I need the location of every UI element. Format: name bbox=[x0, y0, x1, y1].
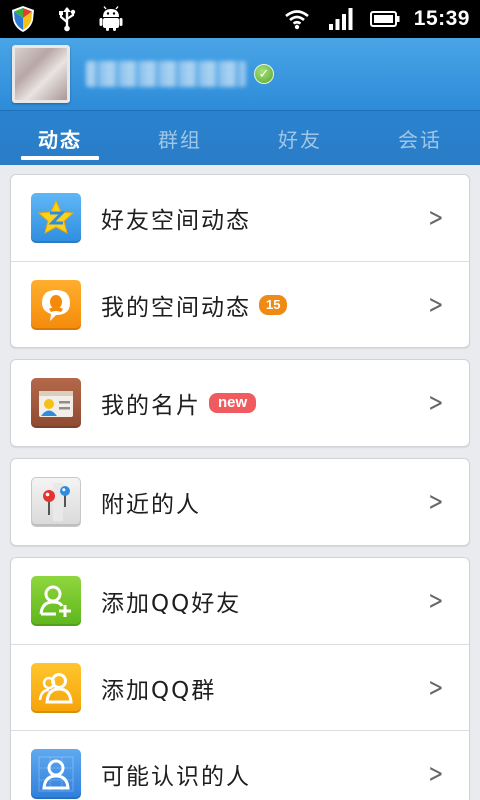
menu-item-people-you-may-know[interactable]: 可能认识的人 > bbox=[11, 730, 469, 800]
card-icon bbox=[31, 378, 81, 428]
tab-bar: 动态 群组 好友 会话 bbox=[0, 110, 480, 165]
new-badge: new bbox=[209, 393, 257, 413]
count-badge: 15 bbox=[259, 294, 288, 315]
menu-item-label: 我的空间动态 bbox=[101, 294, 251, 321]
avatar[interactable] bbox=[12, 45, 70, 103]
menu-item-add-qq-group[interactable]: 添加QQ群 > bbox=[11, 644, 469, 730]
menu-item-my-card[interactable]: 我的名片 new > bbox=[11, 360, 469, 446]
map-pin-icon bbox=[31, 477, 81, 527]
people-icon bbox=[31, 748, 81, 799]
menu-card: 我的名片 new > bbox=[10, 359, 470, 447]
menu-item-friends-qzone[interactable]: 好友空间动态 > bbox=[11, 175, 469, 261]
usb-icon bbox=[52, 4, 82, 34]
menu-item-label: 添加QQ好友 bbox=[101, 591, 242, 617]
signal-icon bbox=[326, 4, 356, 34]
tab-conversations[interactable]: 会话 bbox=[360, 111, 480, 165]
shield-icon bbox=[8, 4, 38, 34]
bubble-icon bbox=[31, 279, 81, 330]
menu-list: 好友空间动态 > 我的空间动态 15 > 我的名片 new > 附近的人 > 添… bbox=[10, 174, 470, 800]
chevron-right-icon: > bbox=[428, 289, 444, 320]
tab-groups[interactable]: 群组 bbox=[120, 111, 240, 165]
chevron-right-icon: > bbox=[428, 487, 444, 517]
battery-icon bbox=[369, 4, 400, 34]
menu-card: 附近的人 > bbox=[10, 458, 470, 546]
chevron-right-icon: > bbox=[428, 586, 444, 616]
verified-icon: ✓ bbox=[254, 64, 274, 84]
status-bar: 15:39 bbox=[0, 0, 480, 38]
chevron-right-icon: > bbox=[428, 388, 444, 418]
add-group-icon bbox=[31, 662, 81, 713]
android-icon bbox=[96, 4, 126, 34]
wifi-icon bbox=[282, 4, 312, 34]
tab-friends[interactable]: 好友 bbox=[240, 111, 360, 165]
chevron-right-icon: > bbox=[428, 203, 444, 233]
chevron-right-icon: > bbox=[428, 672, 444, 703]
chevron-right-icon: > bbox=[428, 758, 444, 789]
menu-item-label: 好友空间动态 bbox=[101, 208, 251, 234]
tab-feed[interactable]: 动态 bbox=[0, 111, 120, 165]
menu-item-label: 添加QQ群 bbox=[101, 677, 217, 704]
menu-card: 添加QQ好友 > 添加QQ群 > 可能认识的人 > bbox=[10, 557, 470, 800]
qzone-icon bbox=[31, 193, 81, 243]
menu-item-my-qzone[interactable]: 我的空间动态 15 > bbox=[11, 261, 469, 347]
menu-item-nearby-people[interactable]: 附近的人 > bbox=[11, 459, 469, 545]
menu-item-add-qq-friend[interactable]: 添加QQ好友 > bbox=[11, 558, 469, 644]
menu-card: 好友空间动态 > 我的空间动态 15 > bbox=[10, 174, 470, 348]
menu-item-label: 可能认识的人 bbox=[101, 763, 251, 790]
nickname-blurred bbox=[86, 61, 246, 87]
menu-item-label: 附近的人 bbox=[101, 492, 201, 518]
status-time: 15:39 bbox=[413, 7, 470, 30]
add-friend-icon bbox=[31, 576, 81, 626]
menu-item-label: 我的名片 bbox=[101, 393, 201, 419]
profile-header: ✓ bbox=[0, 38, 480, 110]
